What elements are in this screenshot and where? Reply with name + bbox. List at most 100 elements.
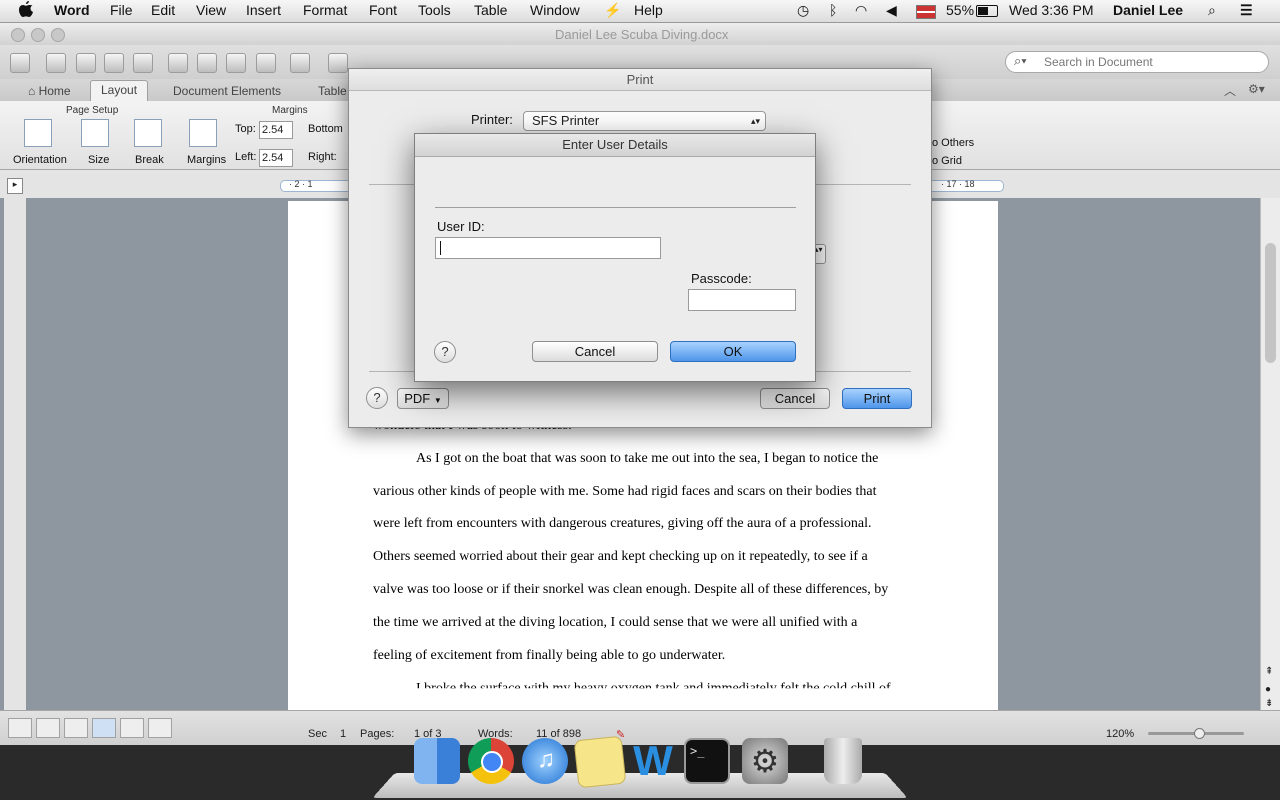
scroll-thumb[interactable] [1265,243,1276,363]
open-icon[interactable] [76,53,96,73]
print-layout-view-icon[interactable] [92,718,116,738]
apple-icon[interactable] [18,1,34,19]
printer-select[interactable]: SFS Printer ▴▾ [523,111,766,131]
undo-icon[interactable] [290,53,310,73]
zoom-slider-knob[interactable] [1194,728,1205,739]
finder-icon[interactable] [414,738,460,784]
doc-line[interactable]: feeling of excitement from finally being… [373,648,725,664]
new-document-icon[interactable] [10,53,30,73]
menu-file[interactable]: File [110,2,133,18]
close-button[interactable] [11,28,25,42]
break-icon[interactable] [134,119,162,147]
passcode-input[interactable] [688,289,796,311]
trash-icon[interactable] [824,738,862,784]
size-label[interactable]: Size [88,154,109,166]
menu-app-word[interactable]: Word [54,2,90,18]
system-preferences-icon[interactable]: ⚙ [742,738,788,784]
top-margin-input[interactable]: 2.54 [259,121,293,139]
doc-line[interactable]: I broke the surface with my heavy oxygen… [416,681,891,688]
others-label[interactable]: o Others [932,137,974,149]
chrome-icon[interactable] [468,738,514,784]
user-cancel-button[interactable]: Cancel [532,341,658,362]
vertical-scrollbar[interactable]: ⇞ ● ⇟ [1260,198,1280,710]
print-help-button[interactable]: ? [366,387,388,409]
grid-label[interactable]: o Grid [932,155,962,167]
top-margin-label: Top: [235,123,256,135]
doc-line[interactable]: the time we arrived at the diving locati… [373,615,857,631]
menu-view[interactable]: View [196,2,226,18]
user-id-input[interactable] [435,237,661,259]
orientation-label[interactable]: Orientation [13,154,67,166]
battery-percent[interactable]: 55% [946,2,974,18]
search-field[interactable]: ⌕▾ Search in Document [1005,51,1269,73]
volume-icon[interactable]: ◀ [886,2,897,19]
menu-table[interactable]: Table [474,2,507,18]
doc-line[interactable]: valve was too loose or if their snorkel … [373,582,888,598]
left-margin-input[interactable]: 2.54 [259,149,293,167]
menu-help[interactable]: Help [634,2,663,18]
user-name[interactable]: Daniel Lee [1113,2,1183,18]
zoom-button[interactable] [51,28,65,42]
templates-icon[interactable] [46,53,66,73]
tab-layout[interactable]: Layout [90,80,149,102]
focus-view-icon[interactable] [148,718,172,738]
ok-button[interactable]: OK [670,341,796,362]
pdf-menu-button[interactable]: PDF ▼ [397,388,449,409]
bluetooth-icon[interactable]: ᛒ [829,2,837,18]
print-cancel-button[interactable]: Cancel [760,388,830,409]
doc-line[interactable]: Others seemed worried about their gear a… [373,549,868,565]
bottom-margin-label: Bottom [308,123,343,135]
outline-view-icon[interactable] [36,718,60,738]
user-help-button[interactable]: ? [434,341,456,363]
itunes-icon[interactable]: ♫ [522,738,568,784]
time-machine-icon[interactable]: ◷ [797,2,809,19]
spotlight-icon[interactable]: ⌕ [1208,2,1216,19]
previous-page-icon[interactable]: ⇞ [1265,666,1273,677]
collapse-ribbon-icon[interactable]: ︿ [1224,82,1236,99]
search-placeholder: Search in Document [1044,55,1153,69]
redo-icon[interactable] [328,53,348,73]
flag-icon[interactable] [916,5,936,19]
terminal-icon[interactable]: >_ [684,738,730,784]
save-icon[interactable] [104,53,124,73]
print-icon[interactable] [133,53,153,73]
print-button[interactable]: Print [842,388,912,409]
minimize-button[interactable] [31,28,45,42]
margins-icon[interactable] [189,119,217,147]
ribbon-settings-icon[interactable]: ⚙▾ [1248,82,1265,96]
stickies-icon[interactable] [573,735,627,789]
margins-label[interactable]: Margins [187,154,226,166]
notification-center-icon[interactable]: ☰ [1240,2,1253,19]
tab-stop-icon[interactable]: ▸ [7,178,23,194]
script-icon[interactable]: ⚡ [604,2,621,19]
menu-font[interactable]: Font [369,2,397,18]
menu-edit[interactable]: Edit [151,2,175,18]
orientation-icon[interactable] [24,119,52,147]
zoom-slider[interactable] [1148,728,1244,739]
cut-icon[interactable] [168,53,188,73]
browse-object-icon[interactable]: ● [1265,684,1271,695]
word-icon[interactable]: W [630,738,676,784]
notebook-view-icon[interactable] [120,718,144,738]
menu-tools[interactable]: Tools [418,2,451,18]
break-label[interactable]: Break [135,154,164,166]
format-painter-icon[interactable] [256,53,276,73]
doc-line[interactable]: were left from encounters with dangerous… [373,516,872,532]
menu-insert[interactable]: Insert [246,2,281,18]
copy-icon[interactable] [197,53,217,73]
clock[interactable]: Wed 3:36 PM [1009,2,1094,18]
doc-line[interactable]: various other kinds of people with me. S… [373,484,877,500]
tab-home[interactable]: ⌂ Home [18,82,81,101]
tab-document-elements[interactable]: Document Elements [163,82,291,101]
doc-line[interactable]: As I got on the boat that was soon to ta… [416,451,878,467]
publishing-view-icon[interactable] [64,718,88,738]
next-page-icon[interactable]: ⇟ [1265,698,1273,709]
draft-view-icon[interactable] [8,718,32,738]
battery-icon[interactable] [976,5,998,17]
menu-window[interactable]: Window [530,2,580,18]
paste-icon[interactable] [226,53,246,73]
size-icon[interactable] [81,119,109,147]
left-margin-label: Left: [235,151,257,163]
menu-format[interactable]: Format [303,2,347,18]
wifi-icon[interactable]: ◠ [855,2,867,19]
